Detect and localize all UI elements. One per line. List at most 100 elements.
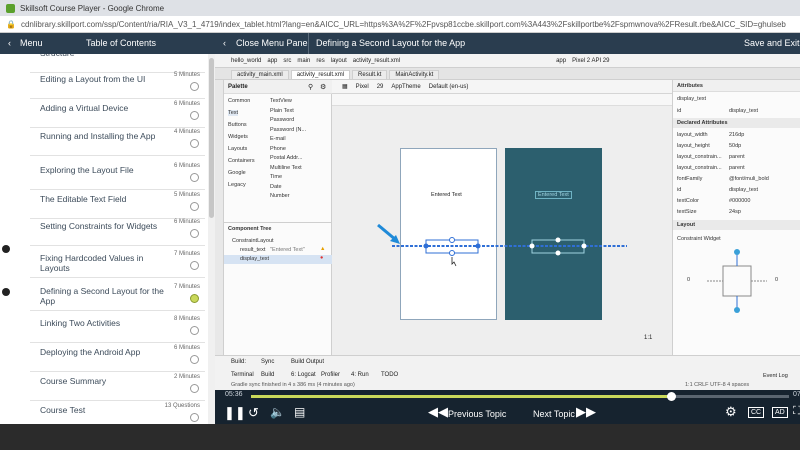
lower-background <box>0 424 800 450</box>
build-tab[interactable]: Sync <box>261 359 274 365</box>
audio-description-button[interactable]: AD <box>772 407 788 418</box>
palette-category[interactable]: Legacy <box>228 182 246 188</box>
closed-captions-button[interactable]: CC <box>748 407 765 418</box>
bottom-tool-button[interactable]: 4: Run <box>351 372 369 378</box>
toc-item-status-icon <box>190 139 199 148</box>
palette-item[interactable]: Number <box>270 193 290 199</box>
palette-item[interactable]: Plain Text <box>270 108 294 114</box>
attribute-value[interactable]: #000000 <box>729 198 750 204</box>
margin-right-value[interactable]: 0 <box>775 277 800 283</box>
studio-breadcrumb-item[interactable]: layout <box>331 58 347 64</box>
palette-item[interactable]: Password (N... <box>270 127 306 133</box>
palette-category[interactable]: Containers <box>228 158 255 164</box>
palette-category[interactable]: Buttons <box>228 122 247 128</box>
studio-breadcrumb-item[interactable]: activity_result.xml <box>353 58 400 64</box>
zoom-indicator[interactable]: 1:1 <box>644 335 652 341</box>
address-bar[interactable]: 🔒 cdnlibrary.skillport.com/ssp/Content/r… <box>0 16 800 33</box>
bottom-tool-button[interactable]: Build <box>261 372 274 378</box>
elapsed-time: 05:36 <box>225 391 243 398</box>
toc-divider <box>30 127 205 128</box>
toc-item-title[interactable]: Structure <box>40 54 170 58</box>
previous-topic-icon[interactable]: ◀◀ <box>428 404 448 420</box>
editor-tab[interactable]: MainActivity.kt <box>389 70 440 79</box>
toc-scroll-thumb[interactable] <box>209 58 214 218</box>
tree-child-result-text[interactable]: result_text <box>240 247 265 253</box>
current-topic-title: Defining a Second Layout for the App <box>316 38 466 48</box>
studio-breadcrumb-item[interactable]: src <box>283 58 291 64</box>
bottom-tool-button[interactable]: 6: Logcat <box>291 372 316 378</box>
device-target-selector[interactable]: Pixel 2 API 29 <box>572 58 609 64</box>
previous-topic-button[interactable]: Previous Topic <box>448 409 506 419</box>
build-tab[interactable]: Build: <box>231 359 246 365</box>
volume-icon[interactable]: 🔈 <box>270 405 285 419</box>
attribute-value[interactable]: parent <box>729 165 745 171</box>
palette-category[interactable]: Common <box>228 98 250 104</box>
palette-item[interactable]: E-mail <box>270 136 286 142</box>
progress-knob[interactable] <box>666 392 676 401</box>
close-menu-chevron-icon[interactable]: ‹ <box>223 33 226 54</box>
palette-search-icon[interactable]: ⚲ <box>308 83 313 91</box>
tree-child-display-text[interactable]: display_text <box>240 256 269 262</box>
palette-category[interactable]: Google <box>228 170 246 176</box>
palette-gear-icon[interactable]: ⚙ <box>320 83 326 91</box>
toc-scrollbar[interactable] <box>208 54 215 424</box>
attribute-value[interactable]: display_text <box>729 187 758 193</box>
attribute-value[interactable]: 50dp <box>729 143 741 149</box>
constraint-widget[interactable] <box>687 248 787 318</box>
palette-item[interactable]: Date <box>270 184 282 190</box>
palette-item[interactable]: Time <box>270 174 282 180</box>
palette-category[interactable]: Text <box>228 110 239 116</box>
layout-canvas[interactable]: ▦ Pixel 29 AppTheme Default (en-us) Ente… <box>332 80 672 355</box>
bottom-tool-button[interactable]: Terminal <box>231 372 254 378</box>
palette-category[interactable]: Layouts <box>228 146 247 152</box>
settings-gear-icon[interactable]: ⚙ <box>725 404 737 420</box>
palette-item[interactable]: TextView <box>270 98 292 104</box>
replay-icon[interactable]: ↺ <box>248 405 259 421</box>
menu-chevron-icon[interactable]: ‹ <box>8 33 11 54</box>
studio-breadcrumb-item[interactable]: hello_world <box>231 58 261 64</box>
layout-section-header[interactable]: Layout <box>677 222 795 228</box>
next-topic-button[interactable]: Next Topic <box>533 409 575 419</box>
next-topic-icon[interactable]: ▶▶ <box>576 404 596 420</box>
attribute-row: id display_text <box>677 187 795 193</box>
toc-item-status-icon <box>190 82 199 91</box>
declared-attributes-header[interactable]: Declared Attributes <box>677 120 795 126</box>
studio-breadcrumb-item[interactable]: main <box>297 58 310 64</box>
attributes-id-value[interactable]: display_text <box>729 108 758 114</box>
editor-tab[interactable]: activity_result.xml <box>290 70 351 79</box>
attribute-row: textSize 24sp <box>677 209 795 215</box>
bottom-tool-button[interactable]: TODO <box>381 372 398 378</box>
bottom-tool-button[interactable]: Profiler <box>321 372 340 378</box>
build-tab[interactable]: Build Output <box>291 359 324 365</box>
studio-breadcrumb-item[interactable]: res <box>316 58 324 64</box>
palette-panel: Palette ⚲ ⚙ Common Text Buttons Widgets Layo… <box>224 80 332 222</box>
pause-icon[interactable]: ❚❚ <box>224 405 246 421</box>
tree-root[interactable]: ConstraintLayout <box>232 238 274 244</box>
video-frame[interactable]: hello_world app src main res layout activity_r… <box>215 54 800 390</box>
attributes-id-field[interactable]: display_text <box>677 96 795 102</box>
palette-item[interactable]: Phone <box>270 146 286 152</box>
editor-tab[interactable]: Result.kt <box>352 70 388 79</box>
toc-divider <box>30 342 205 343</box>
menu-button[interactable]: Menu <box>20 33 43 54</box>
attribute-value[interactable]: 24sp <box>729 209 741 215</box>
run-config-selector[interactable]: app <box>556 58 566 64</box>
attribute-value[interactable]: parent <box>729 154 745 160</box>
palette-category[interactable]: Widgets <box>228 134 248 140</box>
studio-breadcrumb-item[interactable]: app <box>267 58 277 64</box>
progress-fill <box>251 395 671 398</box>
attribute-value[interactable]: 216dp <box>729 132 744 138</box>
save-exit-button[interactable]: Save and Exit <box>744 33 800 54</box>
attribute-name: textSize <box>677 209 697 215</box>
event-log-button[interactable]: Event Log <box>763 373 788 379</box>
attribute-value[interactable]: @font/muli_bold <box>729 176 769 182</box>
url-text[interactable]: cdnlibrary.skillport.com/ssp/Content/ria… <box>21 20 786 29</box>
palette-item[interactable]: Multiline Text <box>270 165 302 171</box>
transcript-icon[interactable]: ▤ <box>294 405 305 419</box>
close-menu-button[interactable]: Close Menu Panel <box>236 33 310 54</box>
fullscreen-icon[interactable]: ⛶ <box>793 405 800 418</box>
editor-tab[interactable]: activity_main.xml <box>231 70 289 79</box>
toc-divider <box>30 98 205 99</box>
palette-item[interactable]: Password <box>270 117 294 123</box>
palette-item[interactable]: Postal Addr... <box>270 155 302 161</box>
